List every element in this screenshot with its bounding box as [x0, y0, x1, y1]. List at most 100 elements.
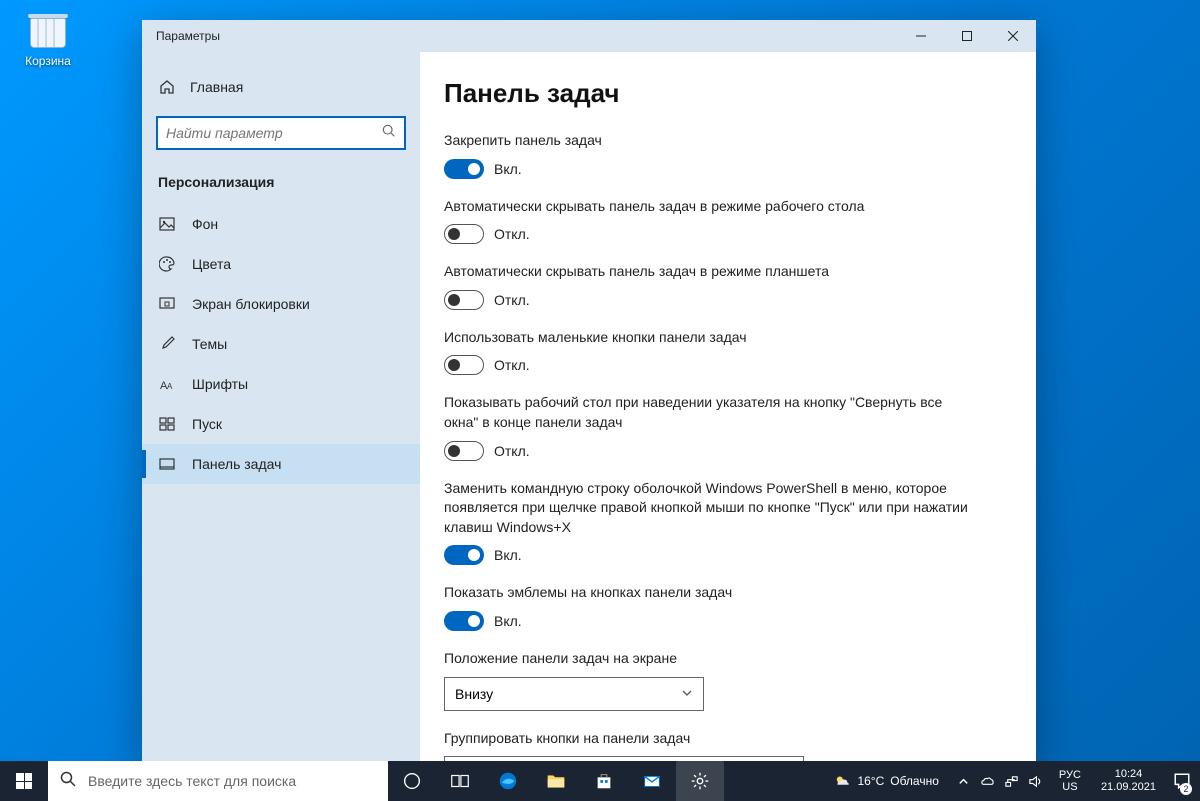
mail-icon [641, 770, 663, 792]
explorer-button[interactable] [532, 761, 580, 801]
action-center[interactable]: 2 [1170, 761, 1194, 801]
nav-label: Экран блокировки [192, 296, 310, 312]
font-icon: AA [158, 375, 176, 393]
recycle-bin-icon [26, 8, 70, 52]
clock[interactable]: 10:24 21.09.2021 [1093, 768, 1164, 794]
settings-button[interactable] [676, 761, 724, 801]
nav-label: Панель задач [192, 456, 281, 472]
lang-primary: РУС [1059, 769, 1081, 781]
toggle-state: Откл. [494, 226, 530, 242]
setting-toggle: Заменить командную строку оболочкой Wind… [444, 479, 1002, 566]
weather-widget[interactable]: 16°C Облачно [825, 772, 946, 790]
maximize-icon [962, 31, 972, 41]
edge-button[interactable] [484, 761, 532, 801]
store-button[interactable] [580, 761, 628, 801]
setting-dropdown: Положение панели задач на экране Внизу [444, 649, 1002, 711]
recycle-bin[interactable]: Корзина [13, 8, 83, 68]
nav-fonts[interactable]: AA Шрифты [142, 364, 420, 404]
lockscreen-icon [158, 295, 176, 313]
weather-temp: 16°C [857, 774, 884, 788]
setting-toggle: Использовать маленькие кнопки панели зад… [444, 328, 1002, 376]
section-label: Персонализация [142, 164, 420, 204]
start-icon [158, 415, 176, 433]
search-input[interactable] [156, 116, 406, 150]
palette-icon [158, 255, 176, 273]
windows-logo-icon [16, 773, 32, 789]
toggle-state: Вкл. [494, 547, 522, 563]
nav-start[interactable]: Пуск [142, 404, 420, 444]
toggle-state: Откл. [494, 357, 530, 373]
close-button[interactable] [990, 20, 1036, 52]
setting-label: Использовать маленькие кнопки панели зад… [444, 328, 974, 348]
maximize-button[interactable] [944, 20, 990, 52]
mail-button[interactable] [628, 761, 676, 801]
cortana-button[interactable] [388, 761, 436, 801]
nav-label: Пуск [192, 416, 222, 432]
cortana-icon [401, 770, 423, 792]
search-placeholder: Введите здесь текст для поиска [88, 773, 296, 789]
toggle-state: Вкл. [494, 613, 522, 629]
network-icon [1004, 774, 1019, 789]
nav-taskbar[interactable]: Панель задач [142, 444, 420, 484]
chevron-up-icon [956, 774, 971, 789]
titlebar[interactable]: Параметры [142, 20, 1036, 52]
brush-icon [158, 335, 176, 353]
settings-window: Параметры Главная [142, 20, 1036, 764]
toggle-switch[interactable] [444, 441, 484, 461]
setting-toggle: Автоматически скрывать панель задач в ре… [444, 197, 1002, 245]
toggle-state: Откл. [494, 292, 530, 308]
setting-toggle: Автоматически скрывать панель задач в ре… [444, 262, 1002, 310]
dropdown[interactable]: Внизу [444, 677, 704, 711]
search-icon [382, 124, 396, 143]
setting-label: Положение панели задач на экране [444, 649, 974, 669]
setting-toggle: Показать эмблемы на кнопках панели задач… [444, 583, 1002, 631]
tray-network[interactable] [1001, 761, 1023, 801]
home-label: Главная [190, 79, 243, 95]
system-tray: 16°C Облачно РУС US 10:24 21.09.2021 2 [825, 761, 1200, 801]
toggle-switch[interactable] [444, 611, 484, 631]
toggle-switch[interactable] [444, 355, 484, 375]
taskbar: Введите здесь текст для поиска 16°C Обла… [0, 761, 1200, 801]
search-field[interactable] [166, 125, 382, 141]
minimize-icon [916, 31, 926, 41]
notification-badge: 2 [1180, 783, 1192, 795]
taskbar-search[interactable]: Введите здесь текст для поиска [48, 761, 388, 801]
edge-icon [497, 770, 519, 792]
gear-icon [689, 770, 711, 792]
nav-label: Фон [192, 216, 218, 232]
language-indicator[interactable]: РУС US [1053, 769, 1087, 793]
toggle-state: Откл. [494, 443, 530, 459]
weather-icon [833, 772, 851, 790]
nav-themes[interactable]: Темы [142, 324, 420, 364]
tray-volume[interactable] [1025, 761, 1047, 801]
toggle-state: Вкл. [494, 161, 522, 177]
clock-time: 10:24 [1101, 768, 1156, 781]
tray-chevron[interactable] [953, 761, 975, 801]
weather-cond: Облачно [890, 774, 939, 788]
start-button[interactable] [0, 761, 48, 801]
clock-date: 21.09.2021 [1101, 781, 1156, 794]
svg-text:A: A [167, 382, 173, 391]
minimize-button[interactable] [898, 20, 944, 52]
toggle-switch[interactable] [444, 545, 484, 565]
nav-label: Цвета [192, 256, 231, 272]
nav-background[interactable]: Фон [142, 204, 420, 244]
setting-label: Автоматически скрывать панель задач в ре… [444, 262, 974, 282]
task-view-button[interactable] [436, 761, 484, 801]
home-button[interactable]: Главная [142, 72, 420, 102]
toggle-switch[interactable] [444, 159, 484, 179]
toggle-switch[interactable] [444, 224, 484, 244]
task-view-icon [449, 770, 471, 792]
nav-colors[interactable]: Цвета [142, 244, 420, 284]
folder-icon [545, 770, 567, 792]
chevron-down-icon [681, 686, 693, 702]
nav-lockscreen[interactable]: Экран блокировки [142, 284, 420, 324]
nav-label: Шрифты [192, 376, 248, 392]
setting-label: Автоматически скрывать панель задач в ре… [444, 197, 974, 217]
tray-onedrive[interactable] [977, 761, 999, 801]
setting-label: Заменить командную строку оболочкой Wind… [444, 479, 974, 538]
nav-list: Фон Цвета Экран блокировки Темы AA Шрифт… [142, 204, 420, 484]
toggle-switch[interactable] [444, 290, 484, 310]
setting-toggle: Закрепить панель задач Вкл. [444, 131, 1002, 179]
sidebar: Главная Персонализация Фон Цве [142, 52, 420, 764]
